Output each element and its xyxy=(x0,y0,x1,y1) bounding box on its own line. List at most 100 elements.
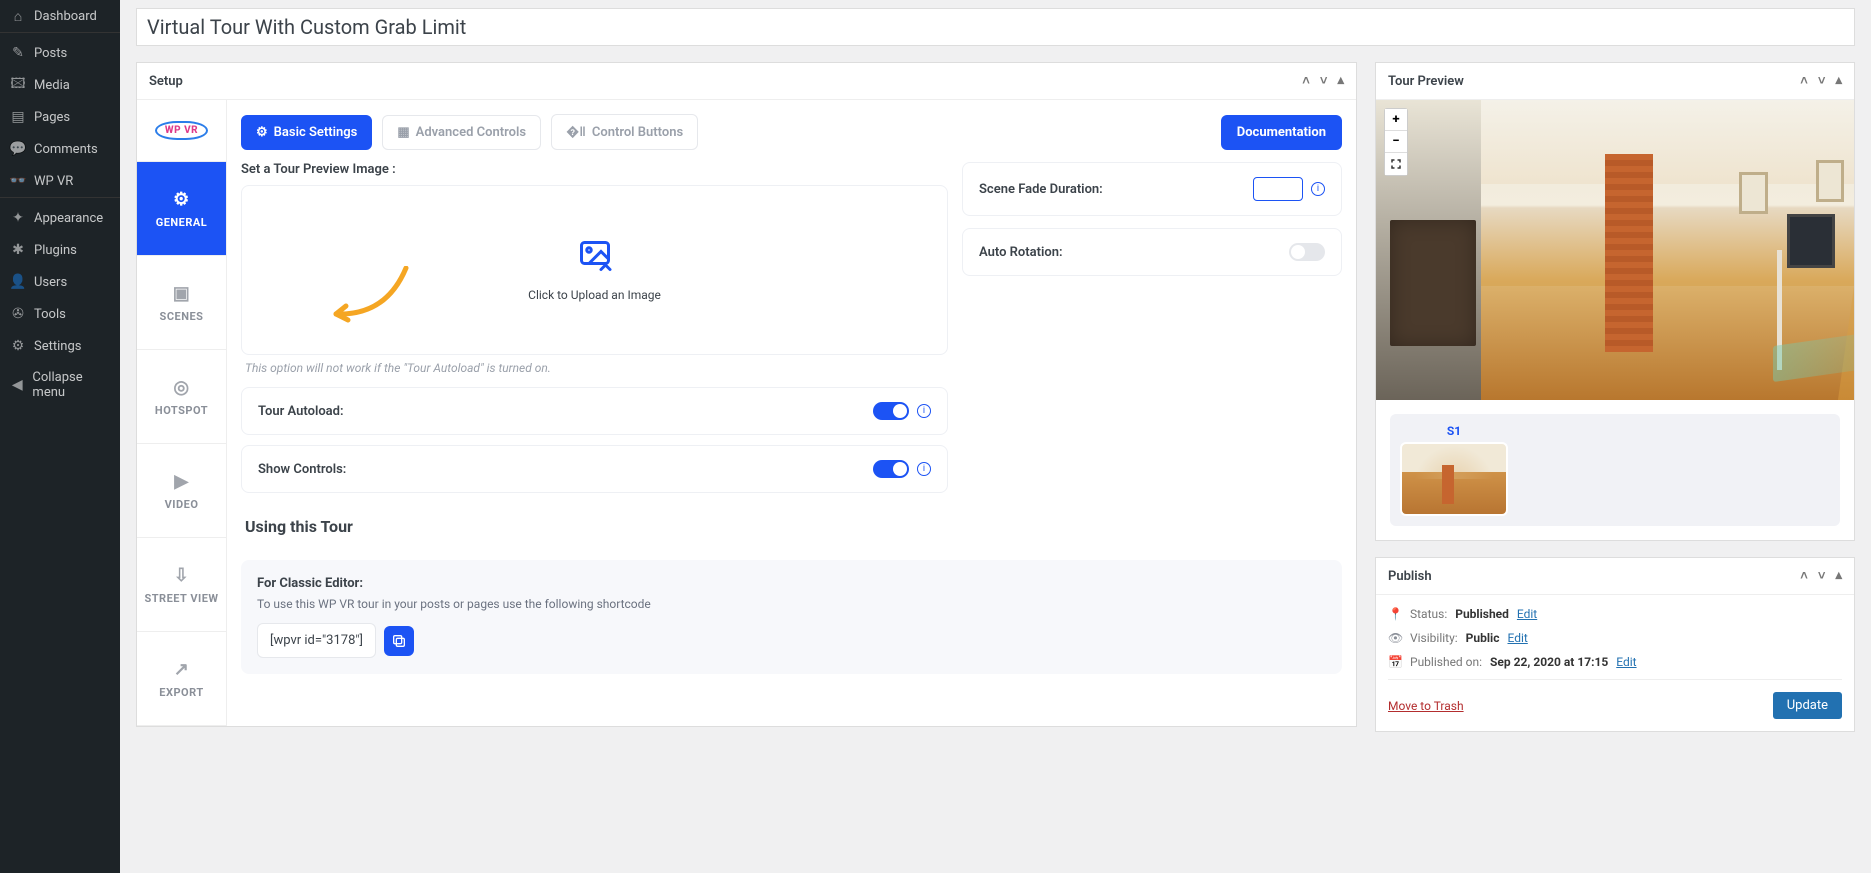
sidebar-item-posts[interactable]: ✎Posts xyxy=(0,37,120,69)
zoom-out-button[interactable]: − xyxy=(1385,131,1407,153)
sidebar-item-label: WP VR xyxy=(34,174,73,189)
panel-toggle-icon[interactable]: ▴ xyxy=(1835,568,1842,584)
users-icon: 👤 xyxy=(10,274,26,290)
panorama-viewer[interactable]: + − xyxy=(1376,100,1854,400)
shortcode-text[interactable]: [wpvr id="3178"] xyxy=(257,623,376,658)
autoload-toggle[interactable] xyxy=(873,402,909,420)
info-icon[interactable]: i xyxy=(917,462,931,476)
classic-editor-label: For Classic Editor: xyxy=(257,576,1326,591)
status-value: Published xyxy=(1455,607,1509,621)
thumb-image xyxy=(1400,442,1508,516)
sidebar-item-label: Posts xyxy=(34,46,67,61)
update-button[interactable]: Update xyxy=(1773,692,1842,719)
panel-title: Tour Preview xyxy=(1388,74,1464,89)
tab-label: Basic Settings xyxy=(274,125,358,140)
sidebar-item-settings[interactable]: ⚙ Settings xyxy=(0,330,120,362)
shortcode-card: For Classic Editor: To use this WP VR to… xyxy=(241,560,1342,674)
sidebar-item-label: Collapse menu xyxy=(32,370,110,400)
sidebar-item-users[interactable]: 👤Users xyxy=(0,266,120,298)
tab-basic-settings[interactable]: ⚙Basic Settings xyxy=(241,115,372,150)
sidebar-item-label: Comments xyxy=(34,142,98,157)
post-title-input[interactable]: Virtual Tour With Custom Grab Limit xyxy=(136,8,1855,46)
status-row: 📍 Status: Published Edit xyxy=(1388,607,1842,621)
sidebar-item-plugins[interactable]: ✱Plugins xyxy=(0,234,120,266)
sidebar-item-label: Media xyxy=(34,78,70,93)
zoom-in-button[interactable]: + xyxy=(1385,109,1407,131)
sidebar-item-collapse[interactable]: ◀Collapse menu xyxy=(0,362,120,408)
fade-duration-input[interactable] xyxy=(1253,177,1303,201)
sidebar-item-pages[interactable]: ▤Pages xyxy=(0,101,120,133)
info-icon[interactable]: i xyxy=(917,404,931,418)
panorama-controls: + − xyxy=(1384,108,1408,176)
upload-image-box[interactable]: Click to Upload an Image xyxy=(241,185,948,355)
vtab-label: VIDEO xyxy=(165,498,199,511)
tour-preview-panel: Tour Preview ˄ ˅ ▴ + xyxy=(1375,62,1855,541)
auto-rotation-card: Auto Rotation: xyxy=(962,228,1342,276)
info-icon[interactable]: i xyxy=(1311,182,1325,196)
panel-up-icon[interactable]: ˄ xyxy=(1800,73,1808,89)
documentation-button[interactable]: Documentation xyxy=(1221,115,1342,150)
tour-autoload-card: Tour Autoload: i xyxy=(241,387,948,435)
sidebar-item-dashboard[interactable]: ⌂Dashboard xyxy=(0,0,120,32)
edit-visibility-link[interactable]: Edit xyxy=(1507,631,1527,645)
visibility-row: 👁 Visibility: Public Edit xyxy=(1388,631,1842,645)
panel-up-icon[interactable]: ˄ xyxy=(1302,73,1310,89)
panel-toggle-icon[interactable]: ▴ xyxy=(1337,73,1344,89)
sidebar-item-wpvr[interactable]: 👓WP VR xyxy=(0,165,120,197)
sidebar-item-tools[interactable]: ✇Tools xyxy=(0,298,120,330)
eye-icon: 👁 xyxy=(1388,631,1402,645)
visibility-value: Public xyxy=(1466,631,1500,645)
settings-icon: ⚙ xyxy=(10,338,26,354)
panel-down-icon[interactable]: ˅ xyxy=(1818,73,1826,89)
sidebar-item-media[interactable]: 🖾 Media xyxy=(0,69,120,101)
fullscreen-icon xyxy=(1390,158,1402,170)
showcontrols-toggle[interactable] xyxy=(873,460,909,478)
tab-advanced-controls[interactable]: ▦Advanced Controls xyxy=(382,115,541,150)
wpvr-badge: WP VR xyxy=(155,121,208,140)
rotation-toggle[interactable] xyxy=(1289,243,1325,261)
panel-up-icon[interactable]: ˄ xyxy=(1800,568,1808,584)
panel-down-icon[interactable]: ˅ xyxy=(1818,568,1826,584)
move-to-trash-link[interactable]: Move to Trash xyxy=(1388,699,1464,713)
thumb-label: S1 xyxy=(1400,424,1508,438)
visibility-key: Visibility: xyxy=(1410,631,1458,645)
status-key: Status: xyxy=(1410,607,1447,621)
horizontal-tabs: ⚙Basic Settings ▦Advanced Controls �ǁCon… xyxy=(241,114,1342,150)
vtab-label: EXPORT xyxy=(159,686,203,699)
admin-sidebar: ⌂Dashboard ✎Posts 🖾 Media ▤Pages 💬Comment… xyxy=(0,0,120,873)
using-tour-heading: Using this Tour xyxy=(241,505,1342,548)
publish-panel: Publish ˄ ˅ ▴ 📍 Status: Published Edit xyxy=(1375,557,1855,732)
panel-title: Setup xyxy=(149,74,183,89)
vtab-label: STREET VIEW xyxy=(144,592,218,605)
vtab-scenes[interactable]: ▣SCENES xyxy=(137,256,226,350)
panel-down-icon[interactable]: ˅ xyxy=(1320,73,1328,89)
edit-status-link[interactable]: Edit xyxy=(1517,607,1537,621)
appearance-icon: ✦ xyxy=(10,210,26,226)
vtab-label: SCENES xyxy=(160,310,204,323)
setup-panel-header: Setup ˄ ˅ ▴ xyxy=(137,63,1356,100)
vtab-hotspot[interactable]: ◎HOTSPOT xyxy=(137,350,226,444)
edit-date-link[interactable]: Edit xyxy=(1616,655,1636,669)
media-icon: 🖾 xyxy=(10,77,26,93)
vertical-tabs: WP VR ⚙GENERAL ▣SCENES ◎HOTSPOT ▶ VIDEO ⇩… xyxy=(137,100,227,726)
vtab-export[interactable]: ↗EXPORT xyxy=(137,632,226,726)
copy-shortcode-button[interactable] xyxy=(384,626,414,656)
main-content: Virtual Tour With Custom Grab Limit Setu… xyxy=(120,0,1871,873)
sidebar-item-comments[interactable]: 💬Comments xyxy=(0,133,120,165)
panel-toggle-icon[interactable]: ▴ xyxy=(1835,73,1842,89)
tab-control-buttons[interactable]: �ǁControl Buttons xyxy=(551,114,698,150)
sidebar-item-appearance[interactable]: ✦Appearance xyxy=(0,202,120,234)
plugins-icon: ✱ xyxy=(10,242,26,258)
vtab-general[interactable]: ⚙GENERAL xyxy=(137,162,226,256)
setup-panel: Setup ˄ ˅ ▴ WP VR ⚙GENERAL ▣SCENES ◎HOTS… xyxy=(136,62,1357,727)
vtab-video[interactable]: ▶ VIDEO xyxy=(137,444,226,538)
scene-thumbnail[interactable]: S1 xyxy=(1400,424,1508,516)
vtab-streetview[interactable]: ⇩STREET VIEW xyxy=(137,538,226,632)
sidebar-item-label: Settings xyxy=(34,339,81,354)
vtab-label: GENERAL xyxy=(156,216,208,229)
show-controls-card: Show Controls: i xyxy=(241,445,948,493)
fullscreen-button[interactable] xyxy=(1385,153,1407,175)
calendar-icon: 📅 xyxy=(1388,655,1402,669)
target-icon: ◎ xyxy=(173,377,189,398)
video-icon: ▶ xyxy=(174,471,188,492)
